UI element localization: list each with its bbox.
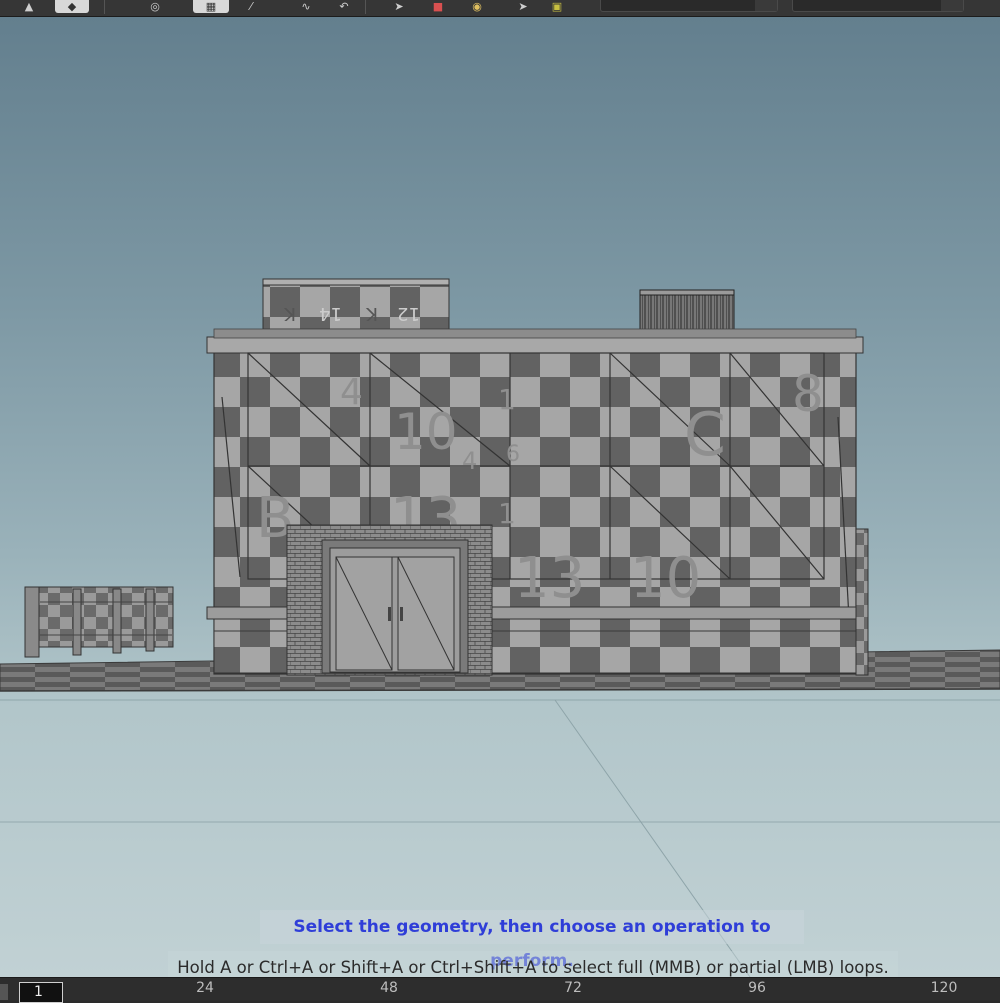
roof-cornice-trim: [213, 328, 857, 339]
roof-ac-unit: [639, 289, 735, 331]
facade-label: 10: [630, 546, 701, 611]
timeline-tick: 96: [748, 980, 766, 996]
hint-primary: Select the geometry, then choose an oper…: [260, 910, 804, 971]
roof-label: 12: [397, 303, 420, 324]
pick-cursor-icon[interactable]: ➤: [512, 0, 534, 13]
layout-grid-icon[interactable]: ▦: [193, 0, 229, 13]
viewport-name-field[interactable]: [600, 0, 778, 12]
render-icon[interactable]: ■: [427, 0, 449, 13]
facade-label: 10: [394, 403, 458, 461]
target-icon[interactable]: ◎: [144, 0, 166, 13]
arrow-flag-icon[interactable]: ▲: [18, 0, 40, 13]
facade-label: 4: [340, 372, 363, 413]
timeline-tick: 48: [380, 980, 398, 996]
toolbar-separator: [104, 0, 105, 14]
facade-label: 4: [462, 447, 477, 475]
timeline-tick: 24: [196, 980, 214, 996]
roof-label: K: [283, 303, 296, 324]
camera-menu[interactable]: [792, 0, 964, 12]
side-pillar: [855, 528, 869, 676]
scene-view: K 14 K 12 4 10 1 C 8 B 13 1 13 10 4 6: [0, 278, 1000, 977]
display-icon[interactable]: ▣: [546, 0, 568, 13]
facade-label: 6: [506, 442, 520, 467]
scene-viewport[interactable]: K 14 K 12 4 10 1 C 8 B 13 1 13 10 4 6 Se…: [0, 17, 1000, 977]
facade-label: C: [684, 400, 726, 470]
cursor-icon[interactable]: ➤: [388, 0, 410, 13]
roof-label: 14: [319, 303, 342, 324]
roof-cornice: [206, 336, 864, 354]
brush-icon[interactable]: ⁄: [240, 0, 262, 13]
timeline-bar[interactable]: 1 24 48 72 96 120: [0, 977, 1000, 1003]
aperture-icon[interactable]: ◉: [466, 0, 488, 13]
timeline-start-handle[interactable]: [0, 984, 8, 1000]
curve-icon[interactable]: ∿: [295, 0, 317, 13]
hint-secondary: Hold A or Ctrl+A or Shift+A or Ctrl+Shif…: [168, 951, 898, 977]
timeline-tick: 120: [930, 980, 958, 996]
entrance: [286, 524, 493, 676]
fence: [24, 586, 174, 658]
timeline-tick: 72: [564, 980, 582, 996]
facade-label: 1: [498, 383, 516, 416]
diamond-icon[interactable]: ◆: [55, 0, 89, 13]
viewport-toolbar: ▲ ◆ ◎ ▦ ⁄ ∿ ↶ ➤ ■ ◉ ➤ ▣: [0, 0, 1000, 17]
roof-label: K: [365, 303, 378, 324]
loop-icon[interactable]: ↶: [333, 0, 355, 13]
facade-label: 1: [498, 497, 516, 530]
facade-label: 13: [514, 546, 585, 611]
facade-label: 8: [792, 365, 824, 423]
toolbar-separator: [365, 0, 366, 14]
